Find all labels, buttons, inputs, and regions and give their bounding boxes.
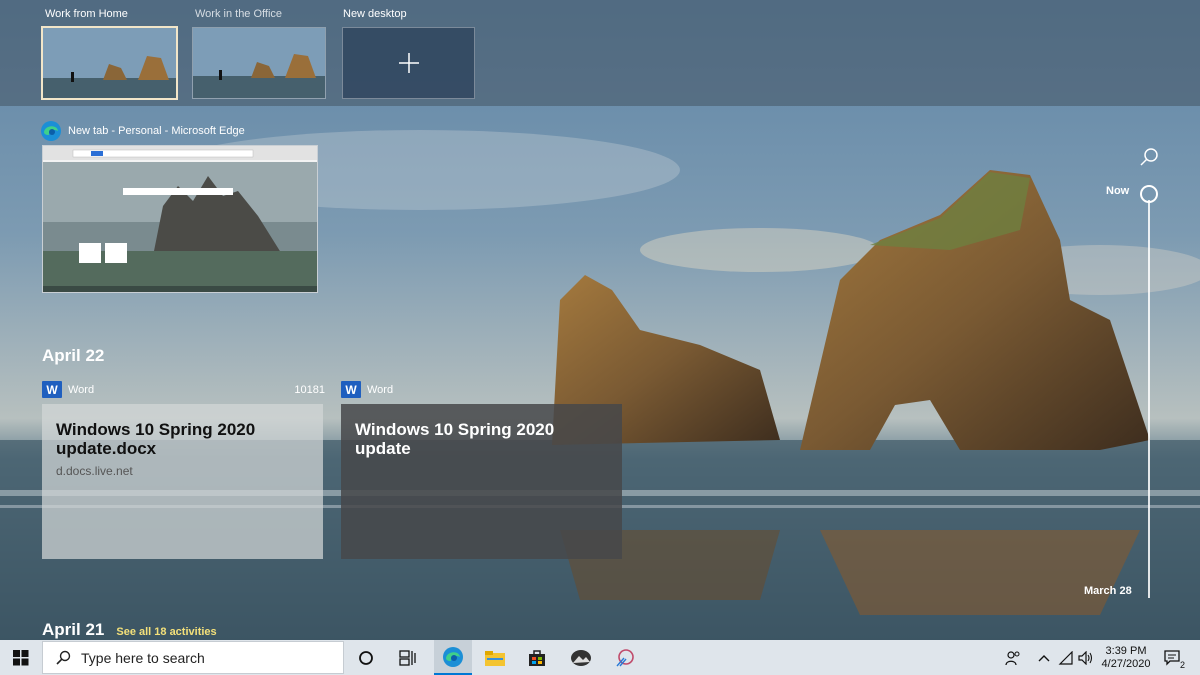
search-icon[interactable] <box>1138 146 1160 168</box>
start-button[interactable] <box>0 640 42 675</box>
activity-app-name: Word <box>367 383 394 396</box>
clock-time: 3:39 PM <box>1105 644 1147 657</box>
virtual-desktops-bar: Work from Home Work in the Office New de… <box>0 0 1200 106</box>
task-view-icon <box>399 649 416 666</box>
timeline-track[interactable] <box>1148 200 1150 598</box>
plus-icon <box>398 53 419 73</box>
see-all-link[interactable]: See all 18 activities <box>116 626 216 638</box>
snip-icon <box>616 648 634 666</box>
activity-app-name: Word <box>68 383 95 396</box>
store-icon <box>529 649 545 666</box>
clock-date: 4/27/2020 <box>1101 657 1151 670</box>
desktop-thumbnail-work-in-office[interactable] <box>192 27 326 99</box>
activity-title: Windows 10 Spring 2020 update.docx <box>56 420 256 458</box>
desktop-thumbnail-work-from-home[interactable] <box>41 26 178 100</box>
action-center-button[interactable]: 2 <box>1158 640 1188 675</box>
window-title-bar[interactable]: New tab - Personal - Microsoft Edge <box>40 120 245 142</box>
taskbar: Type here to search 3:39 PM 4/27/2020 2 <box>0 640 1200 675</box>
search-placeholder: Type here to search <box>81 649 205 666</box>
people-icon <box>1005 650 1020 665</box>
edge-icon <box>41 121 61 141</box>
window-thumbnail[interactable] <box>42 145 318 293</box>
edge-window-preview <box>43 146 317 292</box>
window-title: New tab - Personal - Microsoft Edge <box>68 125 245 137</box>
desktop-thumbnail-image <box>193 28 325 98</box>
taskbar-store[interactable] <box>520 640 554 675</box>
word-icon: W <box>341 381 361 398</box>
date-heading: April 22 <box>42 346 105 365</box>
timeline-handle[interactable] <box>1140 185 1158 203</box>
activity-subtitle: d.docs.live.net <box>56 464 133 478</box>
people-button[interactable] <box>1002 640 1024 675</box>
activity-header: W Word <box>341 381 393 398</box>
taskbar-photos[interactable] <box>564 640 598 675</box>
file-explorer-icon <box>485 650 505 666</box>
desktop-label: Work in the Office <box>195 8 283 20</box>
clock[interactable]: 3:39 PM 4/27/2020 <box>1098 640 1154 675</box>
show-hidden-icons-button[interactable] <box>1034 640 1054 675</box>
chevron-up-icon <box>1038 654 1050 661</box>
taskbar-snip[interactable] <box>608 640 642 675</box>
task-view-button[interactable] <box>392 640 424 675</box>
date-heading: April 21 <box>42 620 105 639</box>
edge-icon <box>443 646 463 667</box>
date-group-header: April 21 See all 18 activities <box>42 620 217 640</box>
wifi-icon <box>1058 650 1073 665</box>
desktop-thumbnail-image <box>43 28 176 98</box>
new-desktop-button[interactable] <box>342 27 475 99</box>
activity-count: 10181 <box>294 383 325 396</box>
taskbar-search-input[interactable]: Type here to search <box>42 641 344 674</box>
desktop-label: Work from Home <box>45 8 128 20</box>
activity-card[interactable]: Windows 10 Spring 2020 update.docx d.doc… <box>42 404 323 559</box>
activity-header: W Word 10181 <box>42 381 325 398</box>
network-button[interactable] <box>1056 640 1076 675</box>
photos-icon <box>571 649 591 666</box>
timeline-end-label: March 28 <box>1084 585 1132 597</box>
word-icon: W <box>42 381 62 398</box>
cortana-icon <box>359 650 373 665</box>
speaker-icon <box>1078 650 1093 665</box>
timeline-now-label: Now <box>1106 185 1130 197</box>
windows-logo-icon <box>13 649 29 665</box>
activity-card[interactable]: Windows 10 Spring 2020 update <box>341 404 622 559</box>
taskbar-edge[interactable] <box>434 640 472 675</box>
taskbar-file-explorer[interactable] <box>478 640 512 675</box>
activity-title: Windows 10 Spring 2020 update <box>355 420 555 458</box>
volume-button[interactable] <box>1076 640 1096 675</box>
search-icon <box>56 650 71 665</box>
cortana-button[interactable] <box>350 640 382 675</box>
notification-count: 2 <box>1179 660 1185 670</box>
desktop-label: New desktop <box>343 8 407 20</box>
